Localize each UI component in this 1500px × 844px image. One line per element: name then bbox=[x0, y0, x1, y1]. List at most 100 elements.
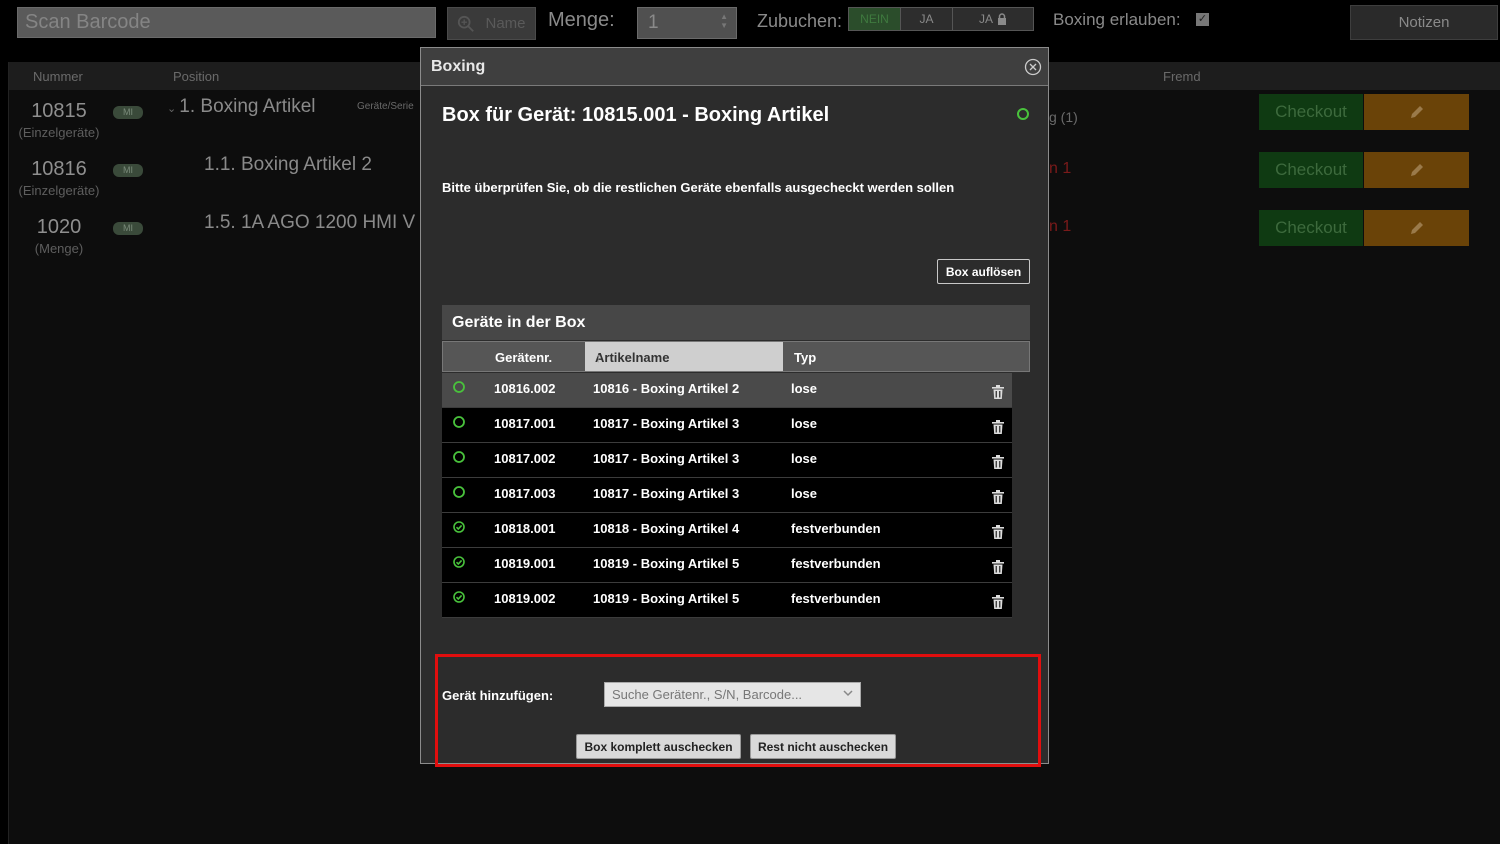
trash-icon[interactable] bbox=[992, 420, 1004, 434]
table-row[interactable]: 10817.002 10817 - Boxing Artikel 3 lose bbox=[442, 443, 1012, 478]
cell-artikelname: 10818 - Boxing Artikel 4 bbox=[593, 521, 740, 536]
header-position: Position bbox=[173, 69, 220, 84]
menge-value: 1 bbox=[648, 12, 659, 33]
dialog-title: Boxing bbox=[431, 57, 486, 75]
boxing-erlauben-label: Boxing erlauben: bbox=[1053, 10, 1181, 29]
boxing-erlauben-checkbox[interactable]: ✓ bbox=[1196, 13, 1209, 26]
row-subtype: (Einzelgeräte) bbox=[18, 125, 100, 140]
cell-typ: festverbunden bbox=[791, 521, 881, 536]
check-circle-icon bbox=[453, 591, 465, 603]
table-row[interactable]: 10817.003 10817 - Boxing Artikel 3 lose bbox=[442, 478, 1012, 513]
table-row[interactable]: 10816.002 10816 - Boxing Artikel 2 lose bbox=[442, 373, 1012, 408]
box-aufloesen-button[interactable]: Box auflösen bbox=[937, 259, 1030, 284]
table-row[interactable]: 10819.002 10819 - Boxing Artikel 5 festver… bbox=[442, 583, 1012, 618]
close-icon[interactable] bbox=[1024, 58, 1042, 76]
boxing-dialog: Boxing Box für Gerät: 10815.001 - Boxing… bbox=[420, 47, 1049, 764]
col-geraetenr[interactable]: Gerätenr. bbox=[495, 350, 552, 365]
cell-artikelname: 10816 - Boxing Artikel 2 bbox=[593, 381, 740, 396]
rest-nicht-auschecken-button[interactable]: Rest nicht auschecken bbox=[750, 734, 896, 759]
checkout-button[interactable]: Checkout bbox=[1259, 94, 1363, 130]
cell-typ: lose bbox=[791, 451, 818, 466]
edit-button[interactable] bbox=[1364, 94, 1469, 130]
geraet-search-select[interactable]: Suche Gerätenr., S/N, Barcode... bbox=[604, 682, 861, 707]
cell-artikelname: 10819 - Boxing Artikel 5 bbox=[593, 591, 740, 606]
search-icon bbox=[458, 15, 475, 32]
pencil-icon bbox=[1410, 222, 1423, 234]
col-typ[interactable]: Typ bbox=[794, 350, 816, 365]
pencil-icon bbox=[1410, 106, 1423, 118]
row-fremd: g (1) bbox=[1049, 109, 1078, 125]
box-panel-title: Geräte in der Box bbox=[442, 305, 1030, 340]
cell-artikelname: 10817 - Boxing Artikel 3 bbox=[593, 451, 740, 466]
table-row[interactable]: 10817.001 10817 - Boxing Artikel 3 lose bbox=[442, 408, 1012, 443]
menge-label: Menge: bbox=[548, 9, 615, 31]
chevron-down-icon bbox=[843, 690, 853, 697]
sort-asc-icon: ↑ bbox=[595, 350, 602, 365]
cell-typ: festverbunden bbox=[791, 556, 881, 571]
zubuchen-ja-locked-option[interactable]: JA bbox=[953, 8, 1033, 30]
header-nummer: Nummer bbox=[33, 69, 83, 84]
checkout-button[interactable]: Checkout bbox=[1259, 210, 1363, 246]
zubuchen-label: Zubuchen: bbox=[757, 11, 843, 31]
cell-geraetenr: 10819.002 bbox=[494, 591, 556, 606]
top-toolbar: Name Menge: 1 ▲▼ Zubuchen: NEIN JA JA Bo… bbox=[0, 0, 1500, 46]
table-row[interactable]: 10819.001 10819 - Boxing Artikel 5 festver… bbox=[442, 548, 1012, 583]
trash-icon[interactable] bbox=[992, 385, 1004, 399]
zubuchen-ja-locked-label: JA bbox=[978, 12, 993, 26]
row-position-sub: Geräte/Serie bbox=[357, 101, 414, 112]
zubuchen-toggle: NEIN JA JA bbox=[848, 7, 1034, 31]
trash-icon[interactable] bbox=[992, 595, 1004, 609]
cell-artikelname: 10817 - Boxing Artikel 3 bbox=[593, 486, 740, 501]
grid-scrollbar[interactable] bbox=[1012, 373, 1030, 618]
zubuchen-ja-option[interactable]: JA bbox=[901, 8, 953, 30]
cell-artikelname: 10817 - Boxing Artikel 3 bbox=[593, 416, 740, 431]
edit-button[interactable] bbox=[1364, 152, 1469, 188]
trash-icon[interactable] bbox=[992, 490, 1004, 504]
box-title: Box für Gerät: 10815.001 - Boxing Artike… bbox=[442, 104, 830, 126]
trash-icon[interactable] bbox=[992, 525, 1004, 539]
notizen-button[interactable]: Notizen bbox=[1350, 5, 1498, 40]
trash-icon[interactable] bbox=[992, 560, 1004, 574]
mi-badge: MI bbox=[113, 164, 143, 177]
row-subtype: (Einzelgeräte) bbox=[18, 183, 100, 198]
cell-typ: festverbunden bbox=[791, 591, 881, 606]
edit-button[interactable] bbox=[1364, 210, 1469, 246]
col-artikelname[interactable]: Artikelname ↑ bbox=[585, 342, 783, 371]
cell-geraetenr: 10816.002 bbox=[494, 381, 556, 396]
cell-geraetenr: 10817.001 bbox=[494, 416, 556, 431]
check-circle-icon bbox=[453, 556, 465, 568]
menge-spinner[interactable]: ▲ ▼ bbox=[720, 12, 728, 30]
row-number: 10816 (Einzelgeräte) bbox=[14, 158, 104, 198]
status-circle-icon bbox=[453, 451, 465, 463]
scan-barcode-input[interactable] bbox=[17, 7, 436, 38]
pencil-icon bbox=[1410, 164, 1423, 176]
row-subtype: (Menge) bbox=[34, 241, 84, 256]
cell-artikelname: 10819 - Boxing Artikel 5 bbox=[593, 556, 740, 571]
cell-typ: lose bbox=[791, 486, 818, 501]
menge-input[interactable]: 1 ▲ ▼ bbox=[637, 7, 737, 39]
row-fremd: n 1 bbox=[1049, 160, 1072, 177]
geraet-search-placeholder: Suche Gerätenr., S/N, Barcode... bbox=[612, 687, 803, 702]
box-komplett-auschecken-button[interactable]: Box komplett auschecken bbox=[576, 734, 741, 759]
row-position: ⌄ 1. Boxing Artikel bbox=[167, 96, 316, 117]
zubuchen-nein-option[interactable]: NEIN bbox=[849, 8, 901, 30]
trash-icon[interactable] bbox=[992, 455, 1004, 469]
cell-geraetenr: 10818.001 bbox=[494, 521, 556, 536]
row-number: 10815 (Einzelgeräte) bbox=[14, 100, 104, 140]
devices-grid-header: Gerätenr. Artikelname ↑ Typ bbox=[442, 341, 1030, 372]
row-position: 1.5. 1A AGO 1200 HMI V bbox=[204, 212, 416, 233]
lock-icon bbox=[998, 13, 1006, 25]
dialog-header: Boxing bbox=[421, 48, 1048, 86]
cell-typ: lose bbox=[791, 416, 818, 431]
row-fremd: n 1 bbox=[1049, 218, 1072, 235]
header-fremd: Fremd bbox=[1163, 69, 1201, 84]
status-circle-icon bbox=[1017, 108, 1029, 120]
name-button-label: Name bbox=[485, 15, 526, 32]
geraet-hinzufuegen-label: Gerät hinzufügen: bbox=[442, 688, 554, 703]
table-row[interactable]: 10818.001 10818 - Boxing Artikel 4 festver… bbox=[442, 513, 1012, 548]
mi-badge: MI bbox=[113, 106, 143, 119]
name-search-button[interactable]: Name bbox=[447, 7, 536, 40]
status-circle-icon bbox=[453, 486, 465, 498]
cell-geraetenr: 10817.003 bbox=[494, 486, 556, 501]
checkout-button[interactable]: Checkout bbox=[1259, 152, 1363, 188]
